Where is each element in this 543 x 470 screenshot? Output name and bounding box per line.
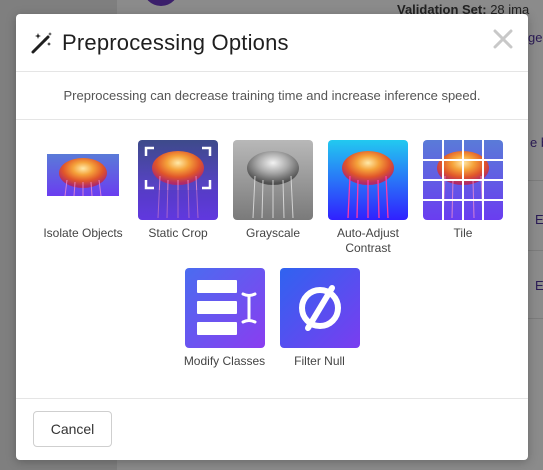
option-label: Static Crop [148,226,208,240]
preprocessing-options-modal: Preprocessing Options Preprocessing can … [16,14,528,460]
option-label: Auto-Adjust Contrast [336,226,400,255]
option-modify-classes[interactable]: Modify Classes [177,268,272,369]
option-label: Grayscale [245,226,301,240]
modify-classes-icon [184,268,265,348]
option-filter-null[interactable]: Filter Null [272,268,367,369]
isolate-objects-thumbnail [43,140,123,220]
options-row-2: Modify Classes Filter Null [16,268,528,369]
cancel-button[interactable]: Cancel [33,411,112,447]
background-fragment: E [535,278,543,293]
option-static-crop[interactable]: Static Crop [131,140,226,256]
option-tile[interactable]: Tile [416,140,511,256]
auto-adjust-contrast-thumbnail [328,140,408,220]
options-row-1: Isolate Objects Static Crop Grayscale Au… [16,140,528,256]
option-label: Isolate Objects [43,226,123,240]
option-grayscale[interactable]: Grayscale [226,140,321,256]
static-crop-thumbnail [138,140,218,220]
modal-subtitle: Preprocessing can decrease training time… [16,72,528,120]
background-fragment: E [535,212,543,227]
options-grid: Isolate Objects Static Crop Grayscale Au… [16,120,528,399]
magic-wand-icon [31,31,52,53]
modal-header: Preprocessing Options [16,14,528,72]
option-auto-adjust-contrast[interactable]: Auto-Adjust Contrast [321,140,416,256]
modal-footer: Cancel [16,399,528,459]
option-isolate-objects[interactable]: Isolate Objects [36,140,131,256]
option-label: Filter Null [294,354,345,368]
option-label: Tile [453,226,473,240]
close-icon[interactable] [492,28,514,50]
modal-title: Preprocessing Options [62,29,289,55]
background-fragment: ge [528,30,543,45]
grayscale-thumbnail [233,140,313,220]
tile-thumbnail [423,140,503,220]
subtitle-text: Preprocessing can decrease training time… [63,88,481,103]
option-label: Modify Classes [183,354,266,368]
filter-null-icon [279,268,360,348]
background-fragment: e b [530,135,543,150]
